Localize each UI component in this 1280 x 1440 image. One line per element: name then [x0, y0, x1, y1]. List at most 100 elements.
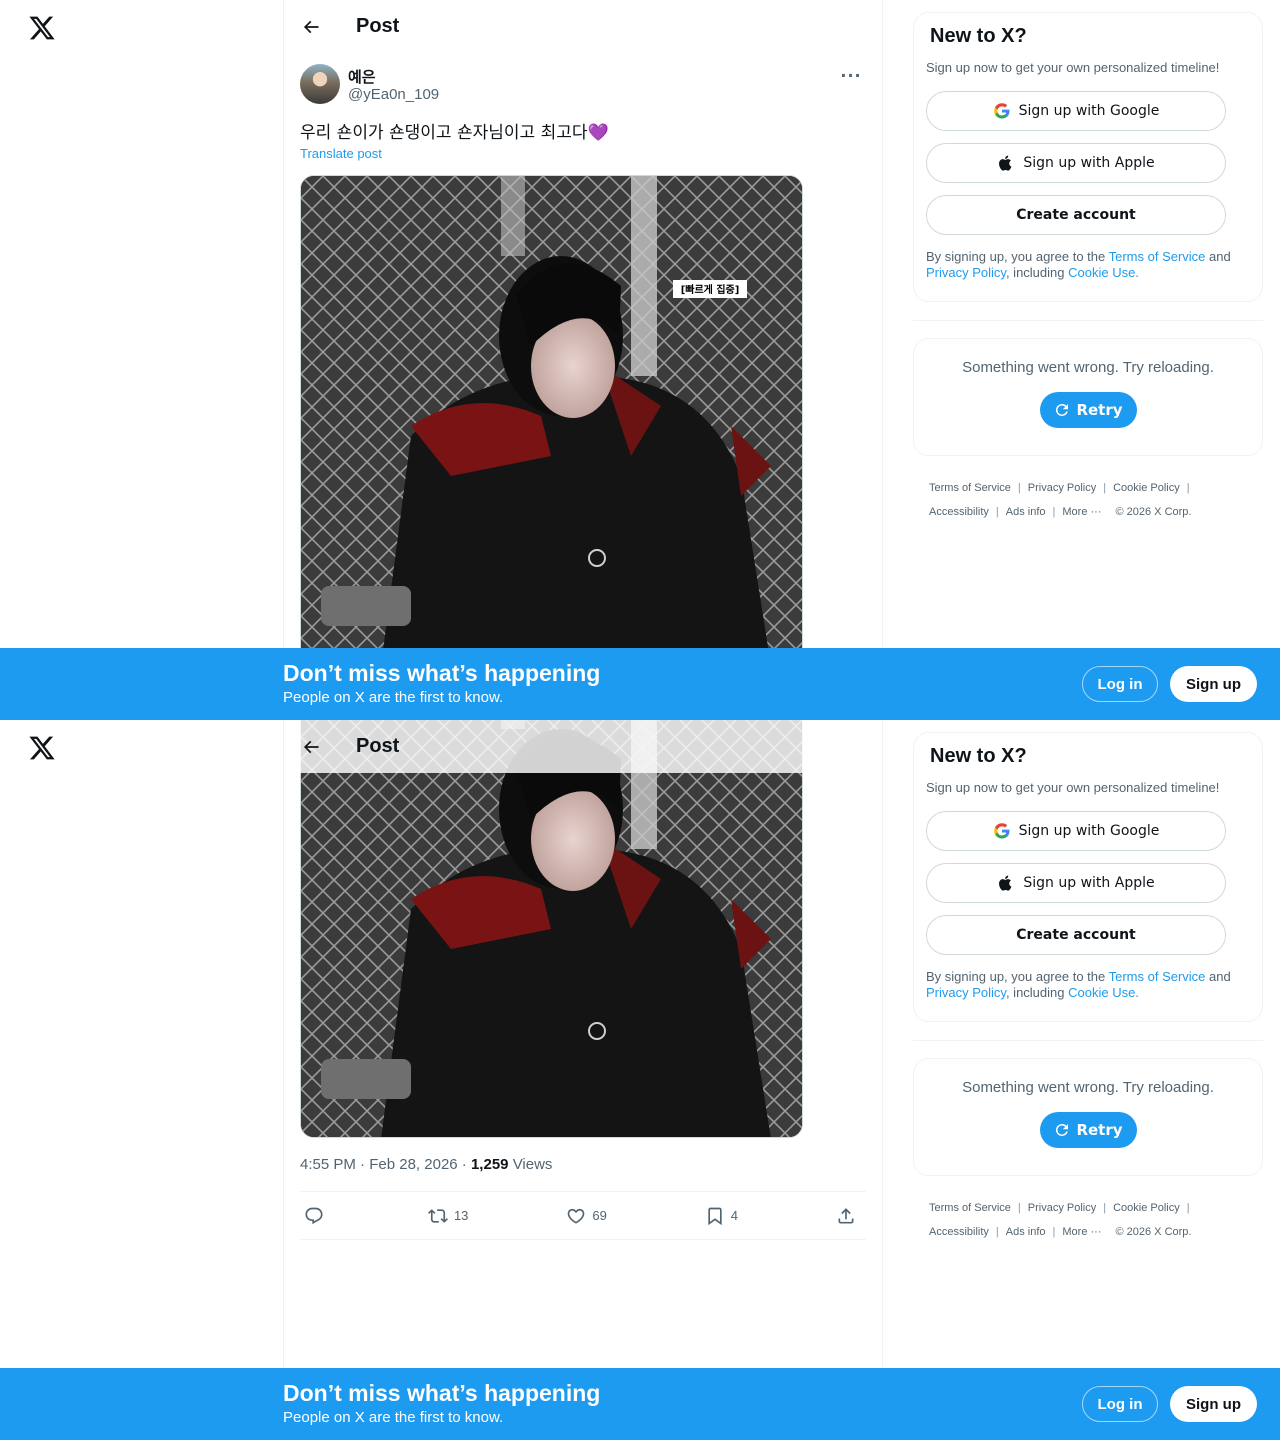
- more-options-button[interactable]: ···: [834, 64, 868, 86]
- meta-separator: ·: [355, 1156, 370, 1173]
- login-button[interactable]: Log in: [1082, 1386, 1158, 1422]
- footer-links: Terms of Service | Privacy Policy | Cookie P…: [913, 1196, 1263, 1244]
- footer-terms-link[interactable]: Terms of Service: [929, 1202, 1011, 1214]
- bookmark-button[interactable]: 4: [705, 1206, 738, 1226]
- login-button[interactable]: Log in: [1082, 666, 1158, 702]
- terms-link[interactable]: Terms of Service: [1109, 969, 1206, 984]
- repost-icon: [428, 1208, 448, 1223]
- signup-subtitle: Sign up now to get your own personalized…: [926, 780, 1220, 795]
- footer-separator: |: [1017, 482, 1021, 494]
- post-text-body: 우리 숀이가 숀댕이고 숀자님이고 최고다: [300, 123, 588, 143]
- footer-separator: |: [995, 506, 999, 518]
- footer-separator: |: [995, 1226, 999, 1238]
- back-button[interactable]: [293, 9, 329, 45]
- retry-label: Retry: [1076, 401, 1123, 419]
- error-card: Something went wrong. Try reloading. Ret…: [913, 1058, 1263, 1176]
- signup-button[interactable]: Sign up: [1170, 1386, 1257, 1422]
- signup-card: New to X? Sign up now to get your own pe…: [913, 732, 1263, 1022]
- google-icon: [993, 103, 1010, 119]
- share-button[interactable]: [836, 1206, 862, 1226]
- footer-more-link[interactable]: More ···: [1062, 506, 1101, 518]
- meta-separator: ·: [457, 1156, 471, 1173]
- retry-button[interactable]: Retry: [1039, 1112, 1137, 1148]
- post-header: Post: [284, 720, 882, 773]
- footer-cookie-link[interactable]: Cookie Policy: [1113, 482, 1180, 494]
- post-action-bar: 13 69 4: [300, 1191, 866, 1240]
- footer-accessibility-link[interactable]: Accessibility: [929, 1226, 989, 1238]
- footer-separator: |: [1103, 1202, 1107, 1214]
- views-label: Views: [512, 1156, 553, 1173]
- footer-separator: |: [1052, 1226, 1056, 1238]
- apple-signup-button[interactable]: Sign up with Apple: [926, 143, 1226, 183]
- heart-icon: [568, 1208, 585, 1224]
- right-sidebar: New to X? Sign up now to get your own pe…: [913, 12, 1263, 524]
- terms-including: , including: [1005, 265, 1069, 280]
- footer-cookie-link[interactable]: Cookie Policy: [1113, 1202, 1180, 1214]
- terms-prefix: By signing up, you agree to the: [926, 969, 1109, 984]
- main-column: Post 4:55 PM · Feb 28, 2026 · 1,259 View…: [283, 720, 883, 1440]
- create-account-button[interactable]: Create account: [926, 915, 1226, 955]
- apple-icon: [999, 875, 1012, 891]
- post-image[interactable]: [300, 720, 803, 1138]
- sidebar-divider: [913, 320, 1263, 321]
- signup-terms: By signing up, you agree to the Terms of…: [926, 249, 1250, 281]
- author-handle[interactable]: @yEa0n_109: [348, 86, 439, 103]
- arrow-left-icon: [303, 20, 319, 33]
- x-logo-icon[interactable]: [28, 14, 56, 42]
- share-icon: [838, 1207, 854, 1223]
- reply-button[interactable]: [304, 1206, 330, 1226]
- footer-links: Terms of Service | Privacy Policy | Cookie P…: [913, 476, 1263, 524]
- repost-button[interactable]: 13: [428, 1206, 468, 1226]
- repost-count: 13: [453, 1208, 469, 1223]
- avatar[interactable]: [300, 64, 340, 104]
- signup-banner: Don’t miss what’s happening People on X …: [0, 1368, 1280, 1440]
- retry-button[interactable]: Retry: [1039, 392, 1137, 428]
- create-account-button[interactable]: Create account: [926, 195, 1226, 235]
- footer-ads-link[interactable]: Ads info: [1006, 1226, 1046, 1238]
- signup-title: New to X?: [930, 25, 1027, 47]
- post-photo: [빠르게 집중]: [301, 176, 802, 664]
- signup-subtitle: Sign up now to get your own personalized…: [926, 60, 1220, 75]
- main-column: Post 예은 @yEa0n_109 ··· 우리 숀이가 숀댕이고 숀자님이고…: [283, 0, 883, 720]
- google-signup-button[interactable]: Sign up with Google: [926, 91, 1226, 131]
- back-button[interactable]: [293, 729, 329, 765]
- privacy-link[interactable]: Privacy Policy: [926, 265, 1006, 280]
- apple-signup-button[interactable]: Sign up with Apple: [926, 863, 1226, 903]
- cookie-use-link[interactable]: Cookie Use.: [1068, 265, 1139, 280]
- signup-title: New to X?: [930, 745, 1027, 767]
- error-card: Something went wrong. Try reloading. Ret…: [913, 338, 1263, 456]
- footer-terms-link[interactable]: Terms of Service: [929, 482, 1011, 494]
- footer-ads-link[interactable]: Ads info: [1006, 506, 1046, 518]
- post-image[interactable]: [빠르게 집중]: [300, 175, 803, 665]
- post-metadata: 4:55 PM · Feb 28, 2026 · 1,259 Views: [300, 1156, 552, 1173]
- footer-privacy-link[interactable]: Privacy Policy: [1028, 482, 1096, 494]
- privacy-link[interactable]: Privacy Policy: [926, 985, 1006, 1000]
- post-time[interactable]: 4:55 PM: [300, 1156, 356, 1173]
- signup-banner: Don’t miss what’s happening People on X …: [0, 648, 1280, 720]
- footer-privacy-link[interactable]: Privacy Policy: [1028, 1202, 1096, 1214]
- apple-icon: [999, 155, 1012, 171]
- signup-card: New to X? Sign up now to get your own pe…: [913, 12, 1263, 302]
- google-icon: [993, 823, 1010, 839]
- like-button[interactable]: 69: [566, 1206, 607, 1226]
- error-message: Something went wrong. Try reloading.: [962, 359, 1214, 376]
- google-signup-button[interactable]: Sign up with Google: [926, 811, 1226, 851]
- right-sidebar: New to X? Sign up now to get your own pe…: [913, 732, 1263, 1244]
- footer-separator: |: [1186, 1202, 1190, 1214]
- post-date[interactable]: Feb 28, 2026: [369, 1156, 457, 1173]
- banner-subtitle: People on X are the first to know.: [283, 689, 504, 706]
- translate-post-link[interactable]: Translate post: [300, 146, 382, 161]
- author-name[interactable]: 예은: [348, 66, 376, 87]
- signup-button[interactable]: Sign up: [1170, 666, 1257, 702]
- terms-link[interactable]: Terms of Service: [1109, 249, 1206, 264]
- create-account-label: Create account: [1016, 927, 1136, 943]
- cookie-use-link[interactable]: Cookie Use.: [1068, 985, 1139, 1000]
- views-count: 1,259: [470, 1156, 509, 1173]
- footer-separator: |: [1103, 482, 1107, 494]
- page-title: Post: [356, 735, 400, 757]
- footer-accessibility-link[interactable]: Accessibility: [929, 506, 989, 518]
- purple-heart-emoji: 💜: [587, 123, 609, 143]
- retry-label: Retry: [1076, 1121, 1123, 1139]
- x-logo-icon[interactable]: [28, 734, 56, 762]
- footer-more-link[interactable]: More ···: [1062, 1226, 1101, 1238]
